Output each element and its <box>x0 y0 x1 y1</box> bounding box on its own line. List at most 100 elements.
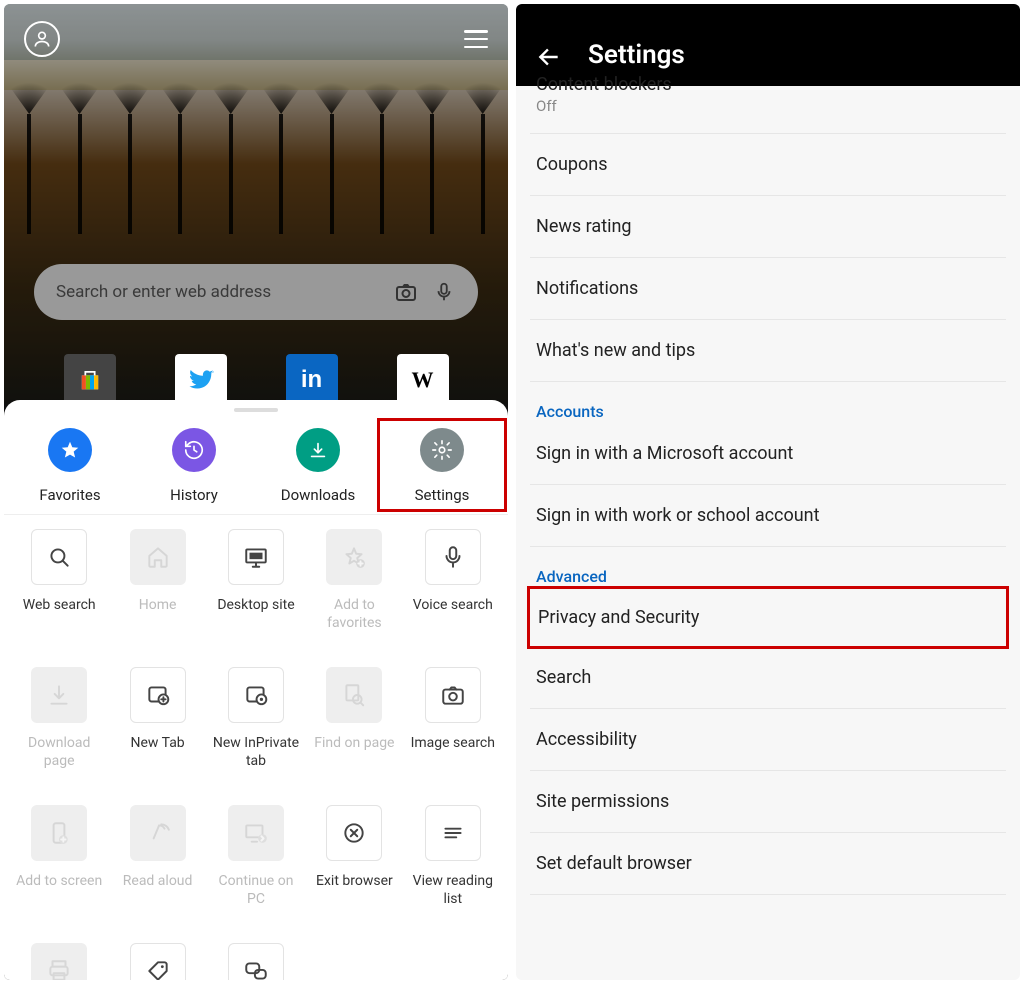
camera-icon[interactable] <box>394 280 418 304</box>
section-header: Advanced <box>530 547 1006 588</box>
read-aloud-icon <box>130 805 186 861</box>
menu-label: Continue on PC <box>211 873 301 909</box>
settings-row-search[interactable]: Search <box>530 647 1006 709</box>
pc-arrow-icon <box>228 805 284 861</box>
gear-icon <box>420 428 464 472</box>
row-title: Accessibility <box>536 729 1000 750</box>
download-circle-icon <box>296 428 340 472</box>
menu-sheet: Favorites History Downloads Settings Web… <box>4 400 508 980</box>
quick-label: Downloads <box>281 486 356 504</box>
search-placeholder: Search or enter web address <box>56 282 380 302</box>
row-title: Search <box>536 667 1000 688</box>
menu-send[interactable]: Send <box>211 943 301 980</box>
shortcut-store[interactable] <box>64 354 116 406</box>
menu-exit[interactable]: Exit browser <box>309 805 399 937</box>
chat-icon <box>228 943 284 980</box>
back-button[interactable] <box>536 44 562 70</box>
find-icon <box>326 667 382 723</box>
menu-dl-page: Download page <box>14 667 104 799</box>
star-plus-icon <box>326 529 382 585</box>
row-title: News rating <box>536 216 1000 237</box>
row-title: Content blockers <box>536 74 1000 95</box>
download-icon <box>31 667 87 723</box>
home-icon <box>130 529 186 585</box>
menu-reading-list[interactable]: View reading list <box>408 805 498 937</box>
menu-label: View reading list <box>408 873 498 909</box>
menu-label: Desktop site <box>217 597 294 633</box>
settings-row-news-rating[interactable]: News rating <box>530 196 1006 258</box>
menu-read-aloud: Read aloud <box>113 805 203 937</box>
menu-add-fav: Add to favorites <box>309 529 399 661</box>
menu-desktop-site[interactable]: Desktop site <box>211 529 301 661</box>
mic-icon[interactable] <box>432 280 456 304</box>
phone-plus-icon <box>31 805 87 861</box>
settings-row-sign-in-with-a-microsoft-account[interactable]: Sign in with a Microsoft account <box>530 423 1006 485</box>
quick-favorites[interactable]: Favorites <box>11 428 129 504</box>
row-subtitle: Off <box>536 97 1000 115</box>
menu-label: New Tab <box>130 735 184 771</box>
quick-label: History <box>170 486 218 504</box>
quick-history[interactable]: History <box>135 428 253 504</box>
quick-label: Settings <box>415 486 470 504</box>
menu-label: Home <box>139 597 177 633</box>
menu-label: Voice search <box>413 597 493 633</box>
menu-label: Exit browser <box>316 873 393 909</box>
settings-row-set-default-browser[interactable]: Set default browser <box>530 833 1006 895</box>
menu-web-search[interactable]: Web search <box>14 529 104 661</box>
profile-avatar[interactable] <box>24 21 60 57</box>
menu-icon[interactable] <box>464 30 488 48</box>
menu-print: Print <box>14 943 104 980</box>
search-input[interactable]: Search or enter web address <box>34 264 478 320</box>
quick-settings[interactable]: Settings <box>383 428 501 504</box>
tab-private-icon <box>228 667 284 723</box>
menu-add-screen: Add to screen <box>14 805 104 937</box>
row-title: Notifications <box>536 278 1000 299</box>
printer-icon <box>31 943 87 980</box>
monitor-icon <box>228 529 284 585</box>
section-header: Accounts <box>530 382 1006 423</box>
row-title: Privacy and Security <box>538 607 1000 628</box>
menu-img-search[interactable]: Image search <box>408 667 498 799</box>
star-icon <box>48 428 92 472</box>
menu-continue-pc: Continue on PC <box>211 805 301 937</box>
settings-row-what-s-new-and-tips[interactable]: What's new and tips <box>530 320 1006 382</box>
menu-label: Add to favorites <box>309 597 399 633</box>
settings-row-sign-in-with-work-or-school-account[interactable]: Sign in with work or school account <box>530 485 1006 547</box>
quick-downloads[interactable]: Downloads <box>259 428 377 504</box>
quick-label: Favorites <box>39 486 100 504</box>
menu-label: Add to screen <box>16 873 102 909</box>
menu-label: Web search <box>23 597 96 633</box>
settings-row-accessibility[interactable]: Accessibility <box>530 709 1006 771</box>
menu-shopping[interactable]: Shopping <box>113 943 203 980</box>
settings-row-content-blockers[interactable]: Content blockers Off <box>530 74 1006 134</box>
left-phone-screenshot: Search or enter web address in W Favorit… <box>4 4 508 980</box>
settings-row-coupons[interactable]: Coupons <box>530 134 1006 196</box>
settings-row-site-permissions[interactable]: Site permissions <box>530 771 1006 833</box>
menu-label: Read aloud <box>123 873 193 909</box>
shortcut-linkedin[interactable]: in <box>286 354 338 406</box>
shortcut-wikipedia[interactable]: W <box>397 354 449 406</box>
tab-plus-icon <box>130 667 186 723</box>
menu-label: Download page <box>14 735 104 771</box>
settings-row-notifications[interactable]: Notifications <box>530 258 1006 320</box>
menu-find: Find on page <box>309 667 399 799</box>
row-title: Site permissions <box>536 791 1000 812</box>
shortcut-twitter[interactable] <box>175 354 227 406</box>
tag-icon <box>130 943 186 980</box>
row-title: Sign in with a Microsoft account <box>536 443 1000 464</box>
menu-new-tab[interactable]: New Tab <box>113 667 203 799</box>
row-title: Set default browser <box>536 853 1000 874</box>
settings-row-privacy-and-security[interactable]: Privacy and Security <box>527 586 1009 649</box>
list-lines-icon <box>425 805 481 861</box>
menu-inprivate[interactable]: New InPrivate tab <box>211 667 301 799</box>
menu-label: Find on page <box>314 735 394 771</box>
menu-voice[interactable]: Voice search <box>408 529 498 661</box>
settings-list[interactable]: Content blockers Off Coupons News rating Not… <box>516 74 1020 968</box>
row-title: Coupons <box>536 154 1000 175</box>
row-title: Sign in with work or school account <box>536 505 1000 526</box>
mic-icon <box>425 529 481 585</box>
search-icon <box>31 529 87 585</box>
menu-label: New InPrivate tab <box>211 735 301 771</box>
menu-home: Home <box>113 529 203 661</box>
row-title: What's new and tips <box>536 340 1000 361</box>
